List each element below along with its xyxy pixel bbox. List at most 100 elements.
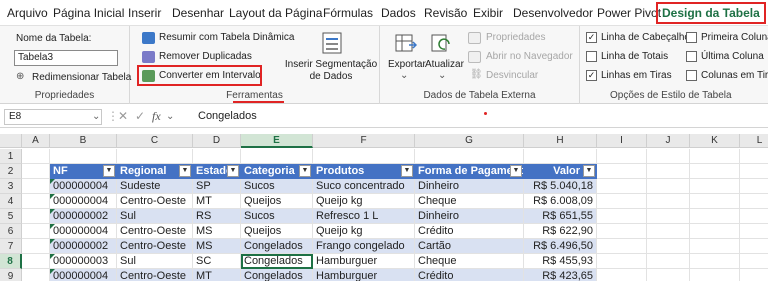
row-header-5[interactable]: 5 (0, 209, 22, 224)
table-cell[interactable]: Suco concentrado (313, 179, 415, 194)
cell-empty[interactable] (22, 209, 50, 224)
cell-empty[interactable] (647, 269, 690, 281)
filter-dropdown-icon[interactable]: ▼ (401, 165, 413, 177)
cell-empty[interactable] (690, 269, 740, 281)
table-cell[interactable]: 000000004 (50, 269, 117, 281)
table-cell[interactable]: Centro-Oeste (117, 224, 193, 239)
table-cell[interactable]: Frango congelado (313, 239, 415, 254)
cell-empty[interactable] (690, 209, 740, 224)
cell-empty[interactable] (313, 149, 415, 164)
tab-formulas[interactable]: Fórmulas (320, 4, 376, 22)
row-header-2[interactable]: 2 (0, 164, 22, 179)
table-cell[interactable]: SP (193, 179, 241, 194)
table-cell[interactable]: MT (193, 269, 241, 281)
header-row-checkbox[interactable]: ✓ (586, 32, 597, 43)
table-cell[interactable]: R$ 6.008,09 (524, 194, 597, 209)
cell-empty[interactable] (647, 179, 690, 194)
remove-duplicates-button[interactable]: Remover Duplicadas (159, 51, 252, 62)
cell-empty[interactable] (597, 224, 647, 239)
cell-empty[interactable] (415, 149, 524, 164)
column-header-e[interactable]: E (241, 134, 313, 148)
cell-empty[interactable] (22, 254, 50, 269)
table-header-cell[interactable]: Forma de Pagamento ▼ (415, 164, 524, 179)
table-cell[interactable]: 000000004 (50, 179, 117, 194)
cell-empty[interactable] (597, 179, 647, 194)
cell-empty[interactable] (690, 194, 740, 209)
table-cell[interactable]: Sucos (241, 209, 313, 224)
table-cell[interactable]: 000000003 (50, 254, 117, 269)
row-header-9[interactable]: 9 (0, 269, 22, 281)
cell-empty[interactable] (647, 149, 690, 164)
table-header-cell[interactable]: Estado ▼ (193, 164, 241, 179)
column-header-b[interactable]: B (50, 134, 117, 148)
open-in-browser-button[interactable]: Abrir no Navegador (486, 51, 573, 62)
table-cell[interactable]: 000000002 (50, 209, 117, 224)
cell-empty[interactable] (22, 179, 50, 194)
cell-empty[interactable] (690, 164, 740, 179)
tab-desenhar[interactable]: Desenhar (169, 4, 227, 22)
row-header-4[interactable]: 4 (0, 194, 22, 209)
table-header-cell[interactable]: Produtos ▼ (313, 164, 415, 179)
column-header-j[interactable]: J (647, 134, 690, 148)
formula-input[interactable]: Congelados (198, 110, 257, 122)
cell-empty[interactable] (740, 254, 768, 269)
cell-empty[interactable] (193, 149, 241, 164)
tab-inserir[interactable]: Inserir (125, 4, 164, 22)
cell-empty[interactable] (690, 149, 740, 164)
cell-empty[interactable] (647, 209, 690, 224)
cell-empty[interactable] (647, 239, 690, 254)
table-cell[interactable]: Sul (117, 254, 193, 269)
column-header-c[interactable]: C (117, 134, 193, 148)
first-column-checkbox[interactable] (686, 32, 697, 43)
table-header-cell[interactable]: Regional ▼ (117, 164, 193, 179)
table-cell[interactable]: Dinheiro (415, 179, 524, 194)
tab-dados[interactable]: Dados (378, 4, 419, 22)
cell-empty[interactable] (647, 224, 690, 239)
column-header-k[interactable]: K (690, 134, 740, 148)
column-header-g[interactable]: G (415, 134, 524, 148)
table-cell[interactable]: Refresco 1 L (313, 209, 415, 224)
insert-slicer-button[interactable]: Inserir Segmentação de Dados (282, 59, 380, 83)
cell-empty[interactable] (50, 149, 117, 164)
select-all-corner[interactable] (0, 134, 22, 148)
name-box-chevron-icon[interactable]: ⌄ (92, 111, 100, 122)
row-header-3[interactable]: 3 (0, 179, 22, 194)
cell-empty[interactable] (597, 254, 647, 269)
table-header-cell[interactable]: Valor ▼ (524, 164, 597, 179)
cell-empty[interactable] (690, 224, 740, 239)
cell-empty[interactable] (740, 224, 768, 239)
table-cell[interactable]: 000000004 (50, 224, 117, 239)
table-cell[interactable]: MS (193, 239, 241, 254)
table-cell[interactable]: MS (193, 224, 241, 239)
table-cell[interactable]: Sul (117, 209, 193, 224)
cell-empty[interactable] (597, 194, 647, 209)
table-cell[interactable]: R$ 455,93 (524, 254, 597, 269)
cell-empty[interactable] (117, 149, 193, 164)
table-cell[interactable]: R$ 622,90 (524, 224, 597, 239)
cell-empty[interactable] (740, 269, 768, 281)
table-cell[interactable]: Centro-Oeste (117, 269, 193, 281)
table-cell[interactable]: Centro-Oeste (117, 194, 193, 209)
name-box[interactable]: E8 (4, 109, 102, 125)
cell-empty[interactable] (740, 164, 768, 179)
filter-dropdown-icon[interactable]: ▼ (510, 165, 522, 177)
cell-empty[interactable] (690, 179, 740, 194)
refresh-button[interactable]: Atualizar (425, 59, 464, 70)
filter-dropdown-icon[interactable]: ▼ (179, 165, 191, 177)
properties-button[interactable]: Propriedades (486, 32, 545, 43)
column-header-a[interactable]: A (22, 134, 50, 148)
table-cell[interactable]: Cheque (415, 194, 524, 209)
tab-desenvolvedor[interactable]: Desenvolvedor (510, 4, 596, 22)
table-cell[interactable]: R$ 5.040,18 (524, 179, 597, 194)
fx-chevron-icon[interactable]: ⌄ (166, 111, 174, 122)
cell-empty[interactable] (597, 239, 647, 254)
tab-design-da-tabela[interactable]: Design da Tabela (656, 2, 766, 24)
selected-cell[interactable]: Congelados (241, 254, 313, 269)
cell-empty[interactable] (647, 254, 690, 269)
table-cell[interactable]: R$ 6.496,50 (524, 239, 597, 254)
table-header-cell[interactable]: NF ▼ (50, 164, 117, 179)
cell-empty[interactable] (241, 149, 313, 164)
table-cell[interactable]: Hamburguer (313, 269, 415, 281)
cell-empty[interactable] (740, 239, 768, 254)
fx-icon[interactable]: fx (152, 109, 161, 124)
